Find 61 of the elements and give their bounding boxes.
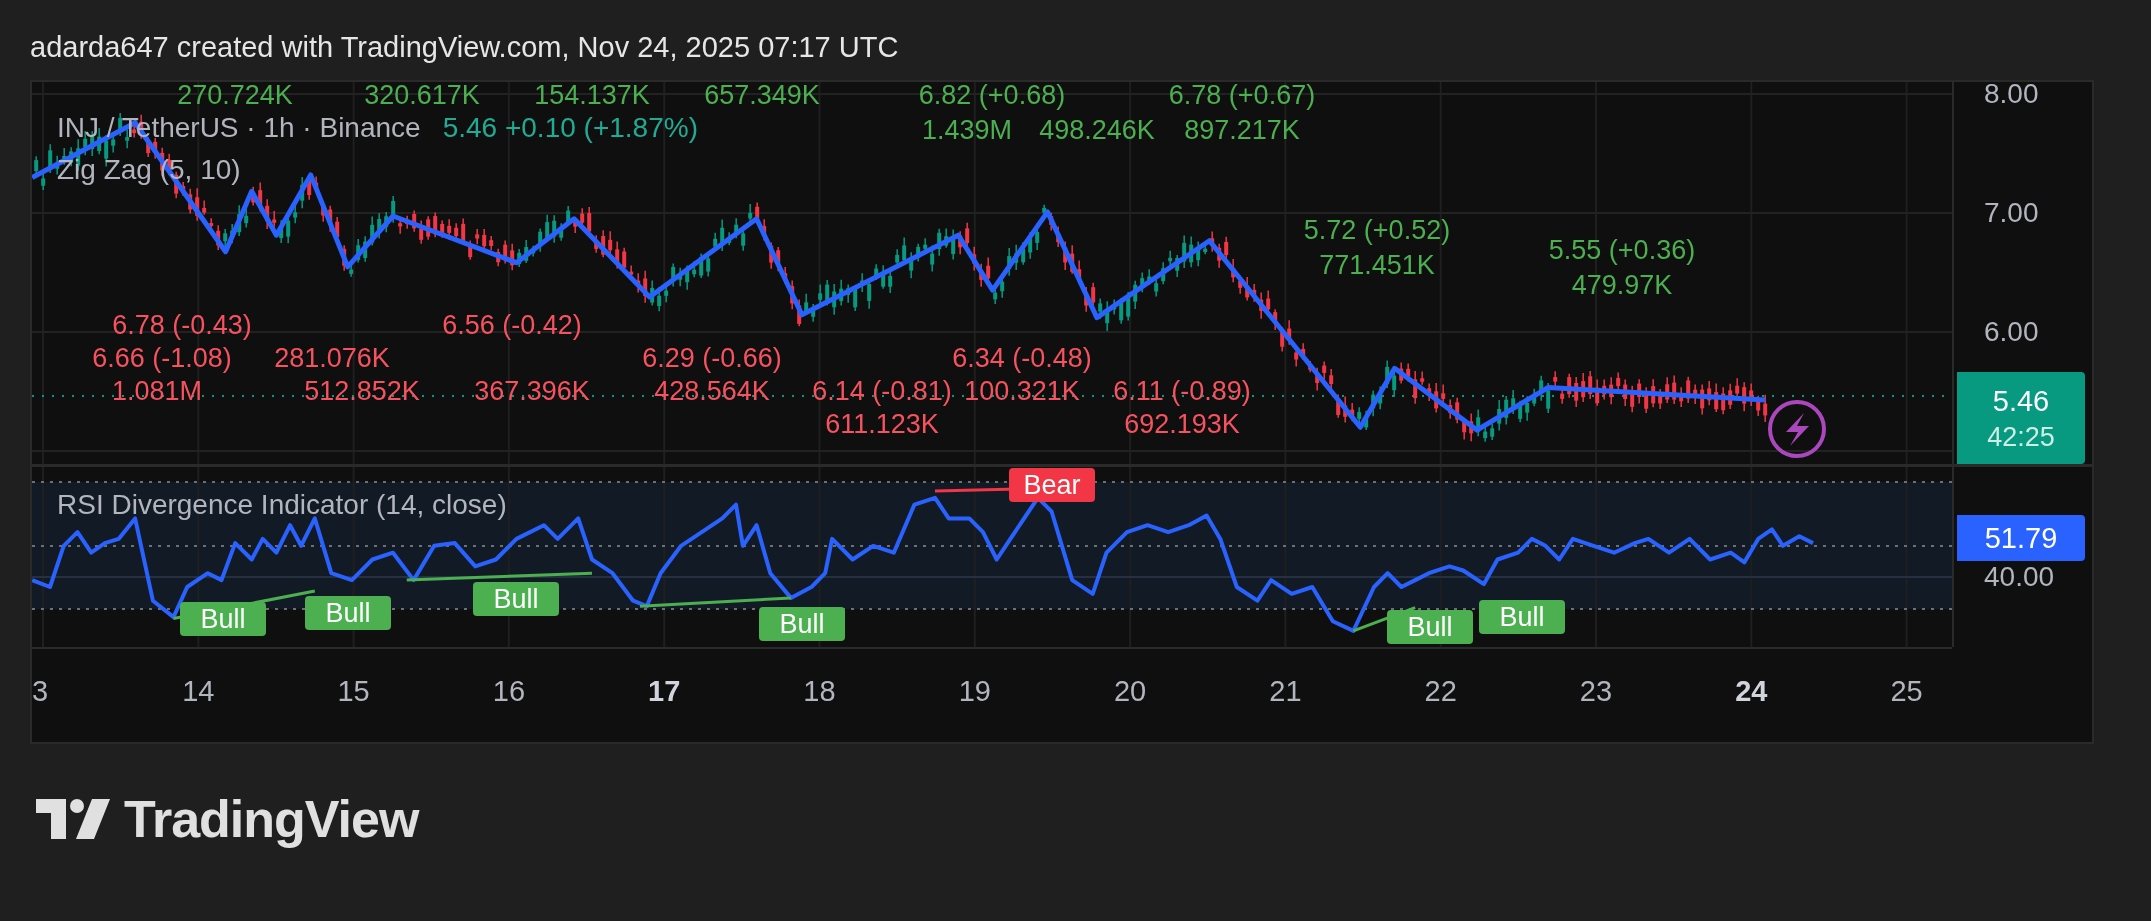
pivot-label: 479.97K <box>1571 270 1673 301</box>
pivot-label: 897.217K <box>1184 115 1300 146</box>
pivot-label: 6.11 (-0.89) <box>1113 376 1251 407</box>
bar-countdown: 42:25 <box>1987 421 2055 454</box>
pivot-label: 692.193K <box>1124 409 1240 440</box>
attribution-text: adarda647 created with TradingView.com, Nov 24, 2025 07:17 UTC <box>29 30 900 65</box>
pivot-label: 281.076K <box>274 343 390 374</box>
last-price: 5.46 <box>1992 384 2050 419</box>
pivot-label: 611.123K <box>825 409 939 440</box>
pivot-label: 657.349K <box>704 82 820 111</box>
time-tick: 23 <box>1578 675 1614 708</box>
pivot-label: 6.66 (-1.08) <box>92 343 232 374</box>
signal-label: Bull <box>1387 610 1473 644</box>
time-tick: 16 <box>491 675 526 708</box>
pivot-label: 428.564K <box>654 376 770 407</box>
rsi-tick: 40.00 <box>1984 560 2055 594</box>
signal-label: Bull <box>759 607 845 641</box>
time-tick: 21 <box>1268 675 1303 708</box>
time-tick: 3 <box>32 675 50 708</box>
pivot-label: 771.451K <box>1319 250 1435 281</box>
price-tick: 6.00 <box>1984 315 2039 349</box>
signal-label: Bear <box>1009 468 1095 502</box>
price-tick: 7.00 <box>1984 196 2039 230</box>
pivot-label: 6.34 (-0.48) <box>952 343 1092 374</box>
logo-text: TradingView <box>124 789 419 849</box>
pivot-label: 320.617K <box>364 82 480 111</box>
pivot-label: 1.439M <box>921 115 1013 146</box>
indicator-title: RSI Divergence Indicator (14, close) <box>57 489 507 521</box>
price-change: 5.46 +0.10 (+1.87%) <box>442 112 698 144</box>
signal-label: Bull <box>180 602 266 636</box>
pivot-label: 6.78 (+0.67) <box>1168 82 1316 111</box>
pivot-label: 512.852K <box>304 376 420 407</box>
time-tick: 24 <box>1734 675 1769 708</box>
signal-label: Bull <box>1479 600 1565 634</box>
pivot-label: 5.72 (+0.52) <box>1303 215 1451 246</box>
pivot-label: 498.246K <box>1039 115 1155 146</box>
pivot-label: 6.29 (-0.66) <box>642 343 782 374</box>
pivot-label: 5.55 (+0.36) <box>1548 235 1696 266</box>
price-tick: 8.00 <box>1984 77 2039 111</box>
pivot-label: 6.56 (-0.42) <box>442 310 582 341</box>
rsi-value-tag: 51.79 <box>1957 515 2085 561</box>
pivot-label: 270.724K <box>177 82 293 111</box>
pivot-label: 1.081M <box>111 376 203 407</box>
pivot-label: 367.396K <box>474 376 590 407</box>
pivot-label: 100.321K <box>964 376 1080 407</box>
time-tick: 18 <box>802 675 837 708</box>
pivot-label: 6.78 (-0.43) <box>112 310 252 341</box>
pivot-label: 154.137K <box>534 82 650 111</box>
pivot-label: 6.14 (-0.81) <box>812 376 952 407</box>
tradingview-logo-icon <box>36 799 110 839</box>
pivot-label: 6.82 (+0.68) <box>918 82 1066 111</box>
time-tick: 22 <box>1423 675 1458 708</box>
time-tick: 17 <box>647 675 682 708</box>
signal-label: Bull <box>305 596 391 630</box>
time-tick: 25 <box>1889 675 1924 708</box>
time-tick: 15 <box>336 675 371 708</box>
signal-label: Bull <box>473 582 559 616</box>
time-tick: 14 <box>181 675 216 708</box>
time-tick: 20 <box>1112 675 1148 708</box>
time-tick: 19 <box>957 675 992 708</box>
lightning-icon <box>1768 400 1826 458</box>
